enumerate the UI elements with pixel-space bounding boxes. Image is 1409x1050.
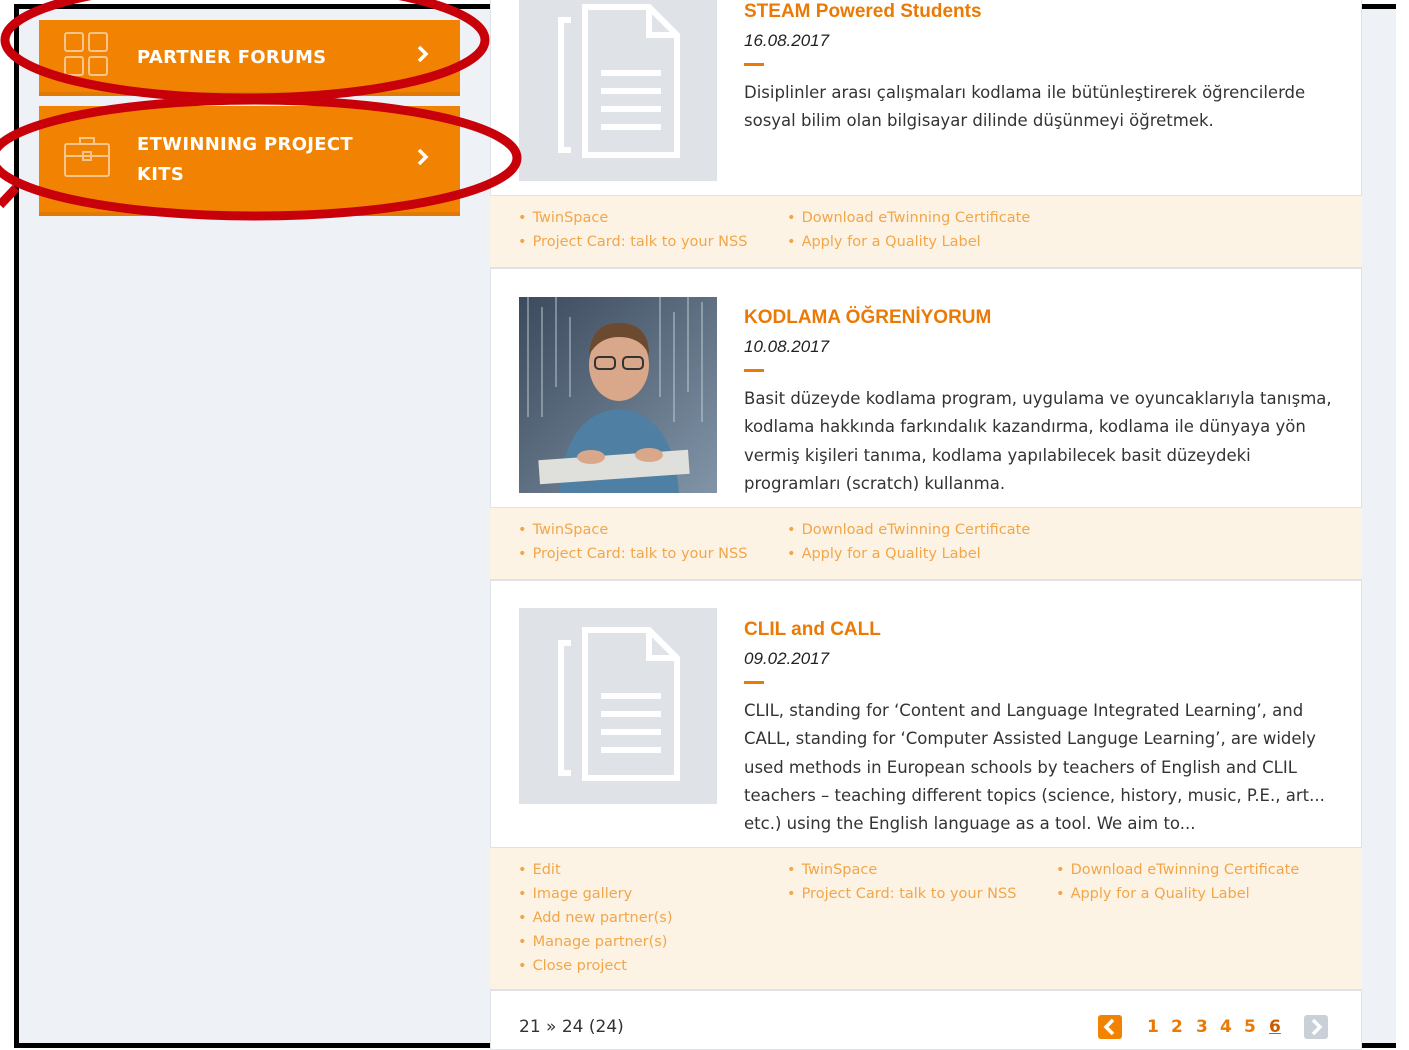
project-links: Edit Image gallery Add new partner(s) Ma… [490, 848, 1362, 990]
manage-partner-link[interactable]: Manage partner(s) [518, 930, 673, 954]
quality-label-link[interactable]: Apply for a Quality Label [787, 230, 1030, 254]
sidebar-item-label: PARTNER FORUMS [137, 47, 327, 68]
project-title[interactable]: CLIL and CALL [744, 619, 881, 641]
title-divider [744, 369, 764, 372]
sidebar-item-label: ETWINNING PROJECT KITS [137, 134, 353, 185]
page-6-current[interactable]: 6 [1269, 1017, 1281, 1037]
quality-label-link[interactable]: Apply for a Quality Label [1056, 882, 1299, 906]
project-links: TwinSpace Project Card: talk to your NSS… [490, 508, 1362, 580]
edit-link[interactable]: Edit [518, 858, 673, 882]
grid-icon [63, 31, 109, 81]
project-description: Disiplinler arası çalışmaları kodlama il… [744, 83, 1306, 131]
project-title[interactable]: KODLAMA ÖĞRENİYORUM [744, 307, 991, 329]
document-icon [519, 0, 717, 181]
project-list: STEAM Powered Students 16.08.2017 Disipl… [490, 0, 1362, 1050]
close-project-link[interactable]: Close project [518, 954, 673, 978]
twinspace-link[interactable]: TwinSpace [518, 206, 747, 230]
title-divider [744, 681, 764, 684]
briefcase-icon [63, 134, 111, 184]
project-card: CLIL and CALL 09.02.2017 CLIL, standing … [490, 580, 1362, 848]
project-card: STEAM Powered Students 16.08.2017 Disipl… [490, 0, 1362, 196]
chevron-right-icon [416, 45, 430, 67]
download-certificate-link[interactable]: Download eTwinning Certificate [787, 518, 1031, 542]
add-partner-link[interactable]: Add new partner(s) [518, 906, 673, 930]
project-date: 09.02.2017 [744, 649, 830, 668]
page-4[interactable]: 4 [1220, 1017, 1232, 1037]
project-description: Basit düzeyde kodlama program, uygulama … [744, 389, 1332, 493]
image-gallery-link[interactable]: Image gallery [518, 882, 673, 906]
sidebar-item-etwinning-project-kits[interactable]: ETWINNING PROJECT KITS [39, 106, 460, 216]
page-3[interactable]: 3 [1196, 1017, 1208, 1037]
page-edge [1396, 4, 1409, 1050]
project-card-link[interactable]: Project Card: talk to your NSS [787, 882, 1017, 906]
quality-label-link[interactable]: Apply for a Quality Label [787, 542, 1030, 566]
pagination-summary: 21 » 24 (24) [519, 1017, 624, 1037]
page-1[interactable]: 1 [1147, 1017, 1159, 1037]
project-card-link[interactable]: Project Card: talk to your NSS [518, 230, 748, 254]
project-card-link[interactable]: Project Card: talk to your NSS [518, 542, 748, 566]
chevron-right-icon [416, 148, 430, 170]
pagination: 21 » 24 (24) 1 2 3 4 5 6 [490, 990, 1362, 1050]
page-5[interactable]: 5 [1244, 1017, 1256, 1037]
download-certificate-link[interactable]: Download eTwinning Certificate [787, 206, 1031, 230]
project-date: 16.08.2017 [744, 31, 830, 50]
twinspace-link[interactable]: TwinSpace [518, 518, 747, 542]
sidebar-item-partner-forums[interactable]: PARTNER FORUMS [39, 20, 460, 96]
document-icon [519, 608, 717, 804]
chevron-left-icon[interactable] [1098, 1015, 1122, 1039]
twinspace-link[interactable]: TwinSpace [787, 858, 1016, 882]
project-links: TwinSpace Project Card: talk to your NSS… [490, 196, 1362, 268]
page-2[interactable]: 2 [1171, 1017, 1183, 1037]
chevron-right-icon [1304, 1015, 1328, 1039]
project-photo [519, 297, 717, 493]
project-description: CLIL, standing for ‘Content and Language… [744, 701, 1325, 834]
project-date: 10.08.2017 [744, 337, 830, 356]
project-title[interactable]: STEAM Powered Students [744, 1, 982, 23]
title-divider [744, 63, 764, 66]
project-card: KODLAMA ÖĞRENİYORUM 10.08.2017 Basit düz… [490, 268, 1362, 508]
download-certificate-link[interactable]: Download eTwinning Certificate [1056, 858, 1300, 882]
